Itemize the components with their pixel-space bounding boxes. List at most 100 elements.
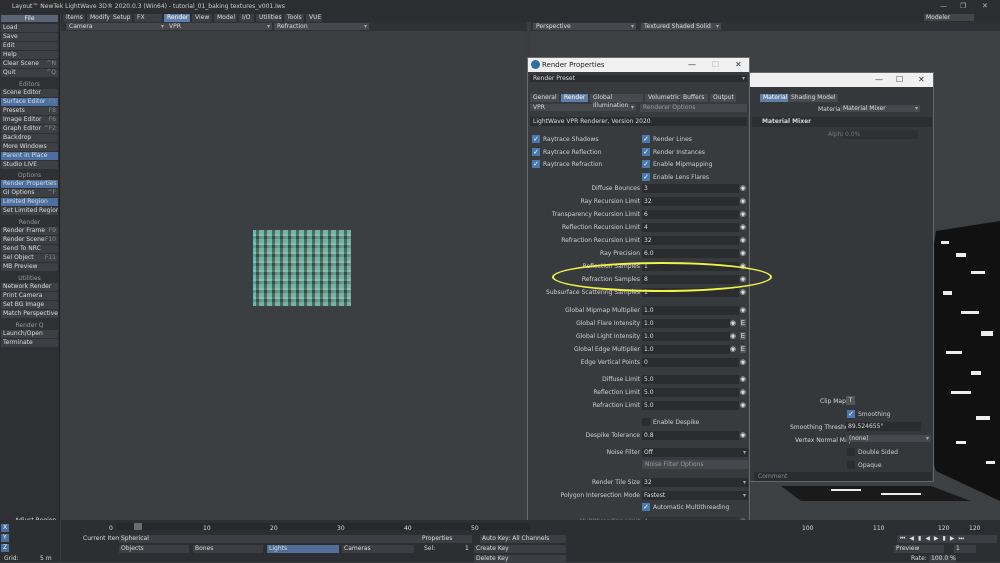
lp-parent-in-place-button[interactable]: Parent in Place xyxy=(1,152,58,160)
maximize-icon[interactable]: ❐ xyxy=(960,2,966,10)
lp-launch-open-button[interactable]: Launch/Open xyxy=(1,330,58,338)
transparency-recursion-limit-field[interactable]: 6 xyxy=(642,210,739,219)
lp-send-to-nrc-button[interactable]: Send To NRC xyxy=(1,245,58,253)
lp-backdrop-button[interactable]: Backdrop xyxy=(1,134,58,142)
lp-edit-button[interactable]: Edit xyxy=(1,42,58,50)
polygon-intersection-select[interactable]: Fastest xyxy=(642,491,748,500)
lp-render-scene-button[interactable]: Render Scene F10 xyxy=(1,236,58,244)
tab-i-o[interactable]: I/O xyxy=(239,14,254,22)
vertex-normal-map-select[interactable]: (none) xyxy=(846,435,931,442)
axis-y-toggle[interactable]: Y xyxy=(1,534,9,542)
render-instances-checkbox[interactable]: ✓ xyxy=(642,147,650,156)
tab-view[interactable]: View xyxy=(192,14,212,22)
lp-scene-editor-button[interactable]: Scene Editor xyxy=(1,89,58,97)
minimize-icon[interactable]: — xyxy=(875,75,883,84)
lp-limited-region-button[interactable]: Limited Region xyxy=(1,198,58,206)
file-menu-header[interactable]: File xyxy=(1,15,58,22)
cameras-button[interactable]: Cameras xyxy=(342,545,414,553)
tab-volumetrics[interactable]: Volumetrics xyxy=(645,94,683,102)
reflection-recursion-limit-field[interactable]: 4 xyxy=(642,223,739,232)
lp-mb-preview-button[interactable]: MB Preview xyxy=(1,263,58,271)
render-lines-checkbox[interactable]: ✓ xyxy=(642,135,650,143)
frame-slider[interactable] xyxy=(134,523,142,530)
lp-terminate-button[interactable]: Terminate xyxy=(1,339,58,347)
global-mipmap-multiplier-field[interactable]: 1.0 xyxy=(642,306,739,315)
smoothing-threshold-field[interactable]: 89.524655° xyxy=(846,422,921,431)
lp-print-camera-button[interactable]: Print Camera xyxy=(1,292,58,300)
opaque-checkbox[interactable] xyxy=(847,461,855,469)
eye-icon[interactable]: ◉ xyxy=(730,345,736,353)
eye-icon[interactable]: ◉ xyxy=(740,388,746,396)
minimize-icon[interactable]: — xyxy=(688,60,696,69)
smoothing-checkbox[interactable]: ✓ xyxy=(847,410,855,418)
tab-tools[interactable]: Tools xyxy=(284,14,304,22)
global-edge-multiplier-field[interactable]: 1.0 xyxy=(642,345,730,354)
eye-icon[interactable]: ◉ xyxy=(740,306,746,314)
tab-render[interactable]: Render xyxy=(164,14,190,22)
envelope-icon[interactable]: E xyxy=(739,319,746,327)
camera-select[interactable]: Camera xyxy=(66,23,166,30)
despike-tolerance-field[interactable]: 0.8 xyxy=(642,431,739,440)
eye-icon[interactable]: ◉ xyxy=(740,401,746,409)
eye-icon[interactable]: ◉ xyxy=(730,319,736,327)
objects-button[interactable]: Objects xyxy=(119,545,189,553)
lp-quit-button[interactable]: Quit ^Q xyxy=(1,69,58,77)
step-field[interactable]: 1 xyxy=(954,545,976,553)
eye-icon[interactable]: ◉ xyxy=(740,210,746,218)
lp-help-button[interactable]: Help xyxy=(1,51,58,59)
lp-more-windows-button[interactable]: More Windows xyxy=(1,143,58,151)
tab-items[interactable]: Items xyxy=(63,14,85,22)
lp-surface-editor-button[interactable]: Surface Editor F5 xyxy=(1,98,58,106)
lp-network-render-button[interactable]: Network Render xyxy=(1,283,58,291)
eye-icon[interactable]: ◉ xyxy=(740,375,746,383)
envelope-icon[interactable]: E xyxy=(739,332,746,340)
lp-gi-options-button[interactable]: GI Options ^F xyxy=(1,189,58,197)
eye-icon[interactable]: ◉ xyxy=(740,288,746,296)
tab-shading-model[interactable]: Shading Model xyxy=(788,94,839,102)
shading-select[interactable]: Textured Shaded Solid xyxy=(641,23,721,30)
lp-sel-object-button[interactable]: Sel Object F11 xyxy=(1,254,58,262)
lp-image-editor-button[interactable]: Image Editor F6 xyxy=(1,116,58,124)
eye-icon[interactable]: ◉ xyxy=(740,197,746,205)
reflection-limit-field[interactable]: 5.0 xyxy=(642,388,739,397)
bones-button[interactable]: Bones xyxy=(193,545,263,553)
maximize-icon[interactable]: ☐ xyxy=(896,75,903,84)
edge-vertical-points-field[interactable]: 0 xyxy=(642,358,739,367)
comment-field[interactable]: Comment xyxy=(754,472,932,481)
enable-despike-checkbox[interactable] xyxy=(642,418,650,426)
eye-icon[interactable]: ◉ xyxy=(740,236,746,244)
lp-studio-live-button[interactable]: Studio LIVE xyxy=(1,161,58,169)
close-icon[interactable]: ✕ xyxy=(918,75,925,84)
renderer-options-button[interactable]: Renderer Options xyxy=(640,104,747,112)
lp-match-perspective-button[interactable]: Match Perspective xyxy=(1,310,58,318)
lp-render-frame-button[interactable]: Render Frame F9 xyxy=(1,227,58,235)
enable-lens-flares-checkbox[interactable]: ✓ xyxy=(642,172,650,181)
lp-set-limited-region-button[interactable]: Set Limited Region xyxy=(1,207,58,215)
eye-icon[interactable]: ◉ xyxy=(740,184,746,192)
tab-buffers[interactable]: Buffers xyxy=(680,94,708,102)
render-preset-select[interactable]: Render Preset xyxy=(530,75,747,82)
global-light-intensity-field[interactable]: 1.0 xyxy=(642,332,730,341)
diffuse-bounces-field[interactable]: 3 xyxy=(642,184,739,193)
create-key-button[interactable]: Create Key xyxy=(474,545,566,553)
lp-render-properties-button[interactable]: Render Properties ^F8 xyxy=(1,180,58,188)
ray-precision-field[interactable]: 6.0 xyxy=(642,249,739,258)
noise-filter-options-button[interactable]: Noise Filter Options xyxy=(642,460,748,469)
vpr-shading-select[interactable]: Refraction xyxy=(274,23,369,30)
refraction-recursion-limit-field[interactable]: 32 xyxy=(642,236,739,245)
noise-filter-select[interactable]: Off xyxy=(642,448,748,457)
ray-recursion-limit-field[interactable]: 32 xyxy=(642,197,739,206)
tab-general[interactable]: General xyxy=(530,94,559,102)
view-select[interactable]: Perspective xyxy=(533,23,636,30)
end-frame-field[interactable]: 120 xyxy=(966,525,984,532)
raytrace-refraction-checkbox[interactable]: ✓ xyxy=(532,160,540,168)
tab-fx-tools[interactable]: FX Tools xyxy=(134,14,162,29)
eye-icon[interactable]: ◉ xyxy=(740,223,746,231)
eye-icon[interactable]: ◉ xyxy=(730,332,736,340)
double-sided-checkbox[interactable] xyxy=(847,448,855,456)
refraction-limit-field[interactable]: 5.0 xyxy=(642,401,739,410)
auto-key-select[interactable]: Auto Key: All Channels xyxy=(480,535,566,543)
tab-vue[interactable]: VUE xyxy=(306,14,322,22)
eye-icon[interactable]: ◉ xyxy=(740,358,746,366)
axis-x-toggle[interactable]: X xyxy=(1,524,9,532)
